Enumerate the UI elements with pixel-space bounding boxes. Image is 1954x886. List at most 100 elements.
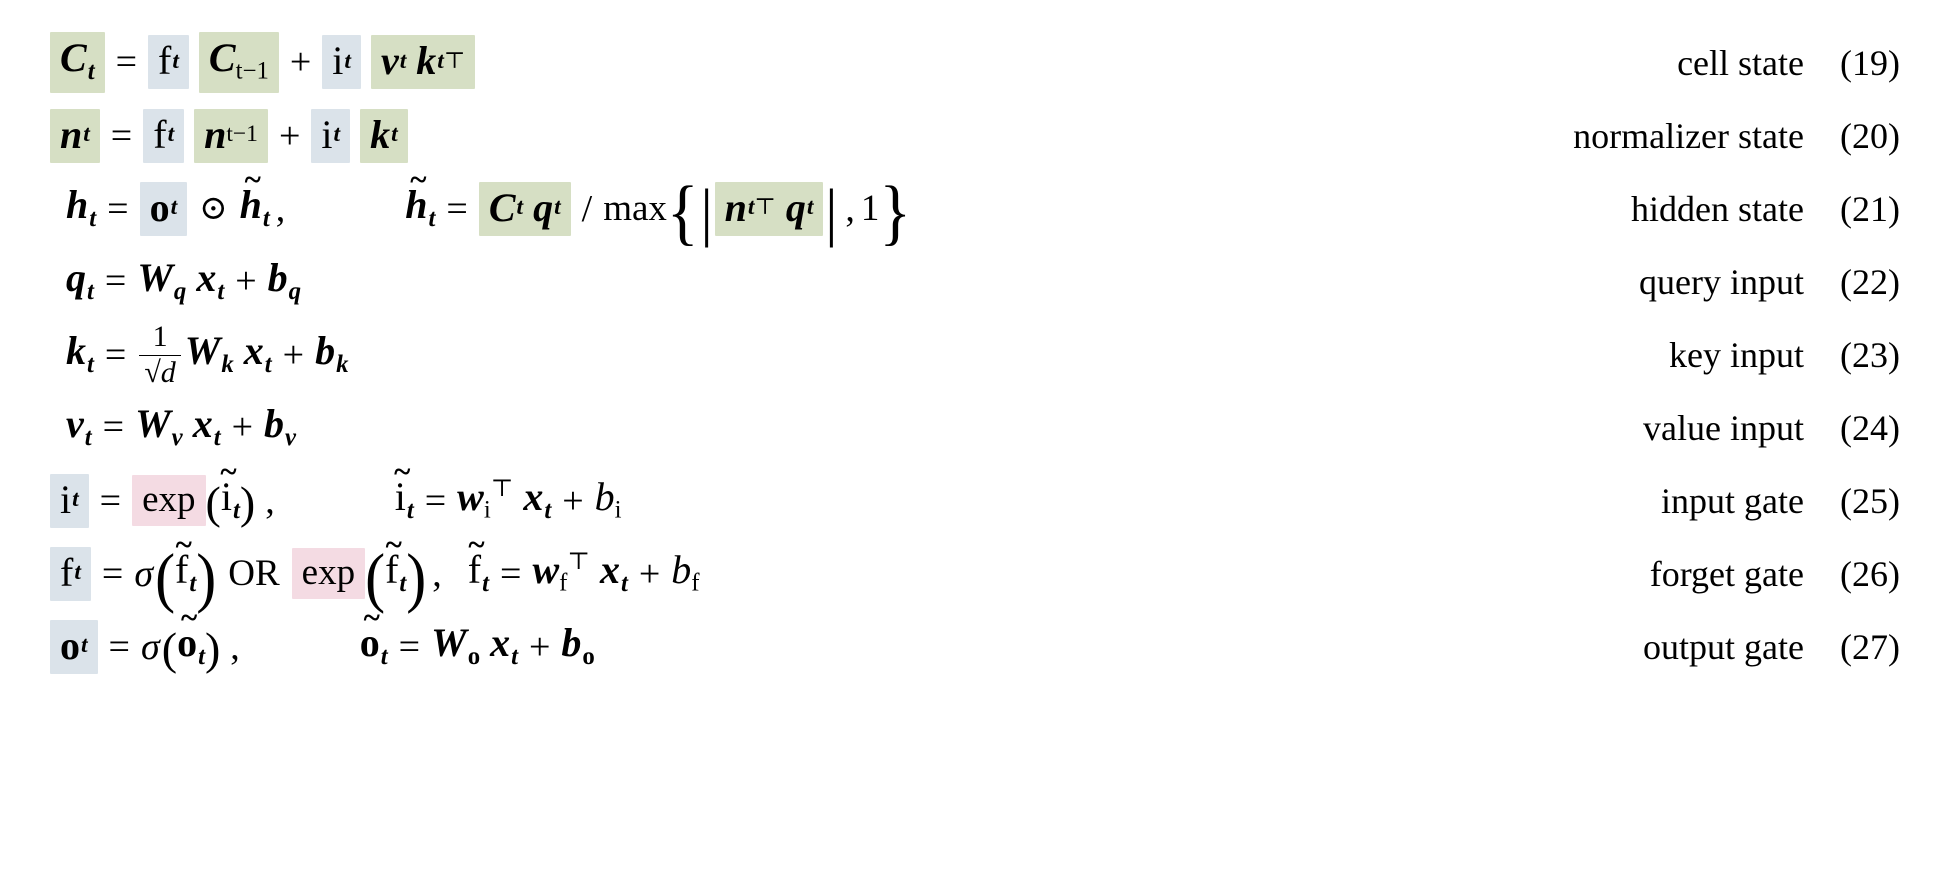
term-exp-function: exp: [291, 548, 366, 599]
equation-tail-output-gate: output gate (27): [1420, 626, 1914, 668]
function-exp: exp: [301, 552, 356, 593]
term-cell-times-query: Ct qt: [478, 181, 571, 236]
term-query-lhs: qt: [66, 258, 94, 304]
symbol-f: f: [153, 111, 167, 157]
subscript-t: t: [437, 47, 444, 74]
term-key-vector: kt: [360, 108, 408, 163]
term-normalizer-lhs: nt: [50, 108, 100, 163]
symbol-x: x: [523, 474, 544, 520]
operator-equals: =: [107, 187, 129, 230]
symbol-x: x: [243, 328, 264, 374]
fraction-one-over-sqrt-d: 1 √d: [139, 320, 181, 389]
equation-number: (27): [1840, 626, 1900, 667]
sqrt-icon: √: [144, 356, 161, 389]
operator-equals: =: [500, 552, 522, 595]
symbol-q: q: [66, 255, 86, 301]
conjunction-or: OR: [228, 553, 280, 594]
subscript-t: t: [544, 496, 552, 524]
subscript-t: t: [198, 642, 205, 670]
equation-label: query input: [1639, 261, 1804, 302]
equation-row-value-input: vt = Wv xt + bv value input (24): [40, 391, 1914, 464]
subscript-t: t: [87, 350, 94, 378]
subscript-t: t: [233, 496, 240, 524]
equation-body-input-gate: it = exp ( ~ it ) , ~ it = wi⊤ xt + bi: [40, 455, 1420, 528]
term-input-x: xt: [523, 477, 551, 523]
operator-divide: /: [581, 187, 593, 230]
term-hidden-tilde-lhs: ~ ht: [405, 163, 435, 231]
term-input-gate: it: [322, 35, 361, 90]
term-weight-wo: Wo: [431, 623, 480, 669]
symbol-q: q: [785, 184, 806, 230]
equation-number: (25): [1840, 480, 1900, 521]
subscript-t: t: [83, 120, 90, 147]
equation-tail-hidden-state: hidden state (21): [1420, 188, 1914, 230]
fraction-numerator: 1: [152, 320, 168, 354]
subscript-t: t: [170, 193, 178, 220]
term-bias-bk: bk: [315, 331, 348, 377]
equation-block: Ct = ft Ct−1 + it vt k t ⊤ cell state (19): [0, 0, 1954, 886]
operator-plus: +: [278, 114, 301, 157]
symbol-q: q: [533, 184, 554, 230]
subscript-t: t: [747, 193, 755, 220]
subscript-v: v: [285, 423, 297, 451]
term-forget-pre-activation: ~ ft: [175, 528, 196, 596]
symbol-W: W: [184, 328, 221, 374]
tilde-accent: ~: [180, 599, 198, 635]
term-input-x: xt: [600, 550, 628, 596]
transpose-symbol: ⊤: [754, 194, 776, 220]
operator-equals: =: [104, 260, 127, 303]
symbol-k: k: [370, 111, 391, 157]
subscript-t: t: [72, 485, 79, 512]
subscript-f: f: [691, 569, 700, 597]
subscript-t: t: [406, 496, 414, 524]
equation-body-output-gate: ot = σ ( ~ ot ) , ~ ot = Wo xt + bo: [40, 601, 1420, 674]
constant-one: 1: [860, 188, 880, 229]
tilde-accent: ~: [410, 161, 427, 197]
function-max: max: [603, 188, 667, 229]
subscript-k: k: [221, 350, 234, 378]
equation-label: key input: [1669, 334, 1804, 375]
term-input-gate: it: [311, 108, 351, 163]
equation-number: (24): [1840, 407, 1900, 448]
subscript-t: t: [333, 120, 341, 147]
term-input-pre-activation-lhs: ~ it: [394, 455, 414, 524]
equation-label: value input: [1643, 407, 1804, 448]
symbol-b: b: [671, 547, 692, 593]
symbol-n: n: [204, 111, 227, 157]
term-normalizer-times-query: n t ⊤ qt: [714, 181, 824, 236]
term-key-lhs: kt: [66, 331, 94, 377]
term-normalizer-prev: n t−1: [194, 108, 268, 163]
punctuation-comma: ,: [432, 552, 442, 595]
tilde-accent: ~: [220, 453, 237, 489]
term-forget-gate: ft: [148, 35, 189, 90]
equation-tail-input-gate: input gate (25): [1420, 480, 1914, 522]
equation-label: output gate: [1643, 626, 1804, 667]
subscript-t: t: [482, 569, 489, 597]
subscript-t: t: [172, 47, 179, 74]
equation-tail-normalizer-state: normalizer state (20): [1420, 115, 1914, 157]
operator-equals: =: [101, 552, 124, 595]
equation-row-cell-state: Ct = ft Ct−1 + it vt k t ⊤ cell state (19): [40, 26, 1914, 99]
equation-label: cell state: [1677, 42, 1804, 83]
function-exp: exp: [142, 479, 196, 520]
term-cell-state-prev: Ct−1: [198, 32, 279, 93]
operator-plus: +: [289, 41, 312, 84]
transpose-symbol: ⊤: [567, 549, 590, 576]
term-output-pre-activation-lhs: ~ ot: [360, 601, 388, 669]
operator-plus: +: [638, 552, 661, 595]
tilde-accent: ~: [363, 599, 380, 635]
tilde-accent: ~: [175, 526, 192, 562]
symbol-x: x: [192, 401, 213, 447]
subscript-t: t: [399, 47, 407, 74]
subscript-t: t: [806, 193, 814, 220]
subscript-t: t: [511, 642, 518, 670]
subscript-t: t: [87, 57, 95, 85]
symbol-x: x: [599, 547, 620, 593]
subscript-t: t: [87, 277, 94, 305]
term-forget-gate: ft: [143, 108, 185, 163]
subscript-o: o: [467, 642, 481, 670]
operator-plus: +: [231, 406, 254, 449]
subscript-t: t: [74, 558, 81, 585]
equation-number: (20): [1840, 115, 1900, 156]
term-weight-wv: Wv: [135, 404, 183, 450]
